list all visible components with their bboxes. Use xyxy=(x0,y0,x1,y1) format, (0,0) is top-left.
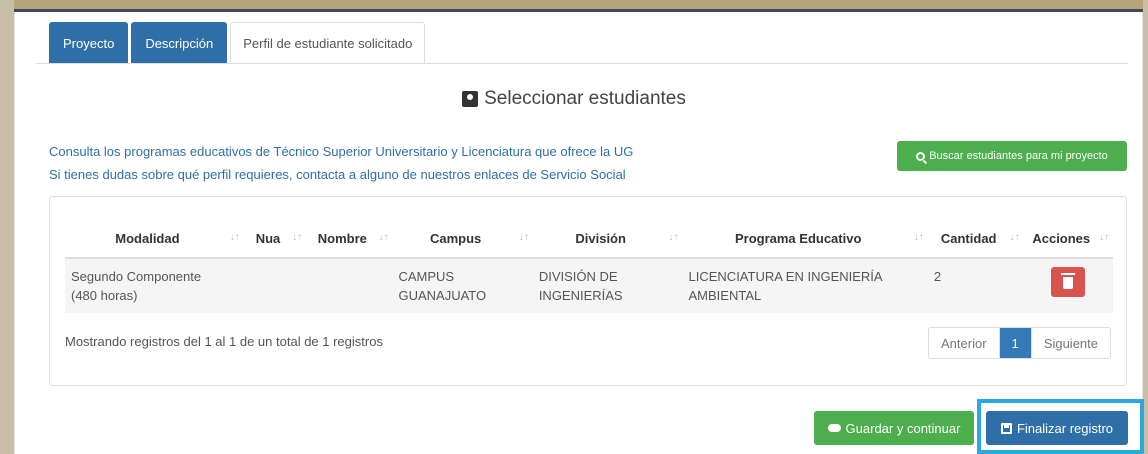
cell-acciones xyxy=(1023,258,1113,313)
save-continue-button[interactable]: Guardar y continuar xyxy=(814,411,974,445)
tab-underline xyxy=(36,63,1128,64)
sort-icon: ↓↑ xyxy=(668,232,679,243)
section-heading: Seleccionar estudiantes xyxy=(0,88,1148,110)
left-page-border xyxy=(0,0,14,454)
column-header-modalidad[interactable]: Modalidad ↓↑ xyxy=(65,220,244,259)
sort-icon: ↓↑ xyxy=(1099,232,1109,243)
records-summary: Mostrando registros del 1 al 1 de un tot… xyxy=(65,334,383,349)
right-page-border xyxy=(1143,0,1148,454)
pagination: Anterior 1 Siguiente xyxy=(928,327,1111,359)
sort-icon: ↓↑ xyxy=(518,232,529,243)
tab-perfil-estudiante[interactable]: Perfil de estudiante solicitado xyxy=(230,22,426,64)
trash-icon xyxy=(1061,273,1076,289)
table-row: Segundo Componente (480 horas) CAMPUS GUA… xyxy=(65,258,1113,313)
save-icon xyxy=(1000,422,1012,434)
column-header-acciones[interactable]: Acciones ↓↑ xyxy=(1023,220,1113,259)
save-continue-label: Guardar y continuar xyxy=(845,420,961,436)
cell-cantidad: 2 xyxy=(927,258,1024,313)
finish-registration-label: Finalizar registro xyxy=(1016,420,1114,436)
info-contacts-link[interactable]: Si tienes dudas sobre qué perfil requier… xyxy=(49,167,626,182)
cell-nombre xyxy=(306,258,393,313)
column-header-cantidad[interactable]: Cantidad ↓↑ xyxy=(927,220,1024,259)
sort-icon: ↓↑ xyxy=(292,232,303,243)
tab-bar: Proyecto Descripción Perfil de estudiant… xyxy=(49,22,428,64)
pagination-page-1[interactable]: 1 xyxy=(999,328,1032,358)
students-table: Modalidad ↓↑ Nua ↓↑ Nombre ↓↑ Campus ↓↑ Divi… xyxy=(65,220,1113,313)
column-header-nua[interactable]: Nua ↓↑ xyxy=(243,220,307,259)
tab-descripcion[interactable]: Descripción xyxy=(131,22,228,64)
students-table-box: Modalidad ↓↑ Nua ↓↑ Nombre ↓↑ Campus ↓↑ Divi… xyxy=(49,196,1127,386)
cell-nua xyxy=(243,258,307,313)
search-students-label: Buscar estudiantes para mi proyecto xyxy=(929,150,1108,162)
cloud-icon xyxy=(827,424,841,432)
cell-division: DIVISIÓN DE INGENIERÍAS xyxy=(532,258,683,313)
search-icon xyxy=(916,151,926,161)
sort-icon: ↓↑ xyxy=(913,232,924,243)
sort-icon: ↓↑ xyxy=(1009,232,1020,243)
cell-campus: CAMPUS GUANAJUATO xyxy=(392,258,533,313)
column-header-programa[interactable]: Programa Educativo ↓↑ xyxy=(682,220,928,259)
delete-button[interactable] xyxy=(1051,267,1086,297)
pagination-previous[interactable]: Anterior xyxy=(929,328,1000,358)
search-students-button[interactable]: Buscar estudiantes para mi proyecto xyxy=(897,141,1127,171)
finish-registration-button[interactable]: Finalizar registro xyxy=(986,411,1128,445)
sort-icon: ↓↑ xyxy=(229,232,240,243)
column-header-nombre[interactable]: Nombre ↓↑ xyxy=(306,220,393,259)
section-title: Seleccionar estudiantes xyxy=(484,88,686,109)
header-stripe xyxy=(0,0,1148,9)
column-header-campus[interactable]: Campus ↓↑ xyxy=(392,220,533,259)
column-header-division[interactable]: División ↓↑ xyxy=(532,220,683,259)
cell-programa: LICENCIATURA EN INGENIERÍA AMBIENTAL xyxy=(682,258,928,313)
user-card-icon xyxy=(462,91,479,107)
tab-proyecto[interactable]: Proyecto xyxy=(49,22,129,64)
info-programs-link[interactable]: Consulta los programas educativos de Téc… xyxy=(49,144,633,159)
pagination-next[interactable]: Siguiente xyxy=(1032,328,1110,358)
cell-modalidad: Segundo Componente (480 horas) xyxy=(65,258,244,313)
sort-icon: ↓↑ xyxy=(378,232,389,243)
